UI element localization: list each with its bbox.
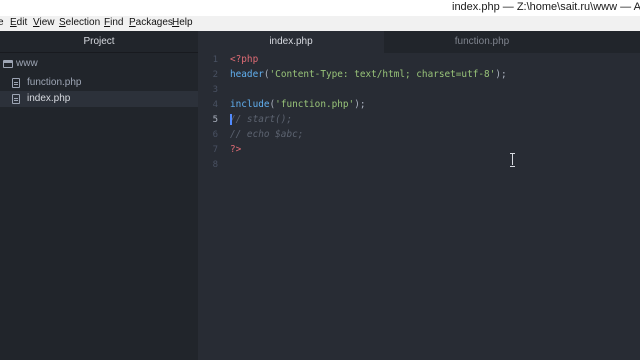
- code-token: // start();: [230, 114, 293, 125]
- code-line[interactable]: ?>: [230, 144, 241, 155]
- sidebar-header: Project: [0, 31, 198, 53]
- code-token: );: [354, 99, 366, 110]
- menu-edit[interactable]: Edit: [10, 17, 27, 28]
- code-line[interactable]: // start();: [230, 114, 292, 125]
- sidebar-title: Project: [83, 36, 115, 47]
- code-editor[interactable]: 1 2 3 4 5 6 7 8 <?php header('Content-Type: text…: [198, 53, 640, 360]
- project-sidebar: Project www function.php index.php: [0, 31, 198, 360]
- line-number: 8: [212, 160, 218, 170]
- menu-packages[interactable]: Packages: [129, 17, 173, 28]
- file-icon: [12, 78, 20, 88]
- code-line[interactable]: include('function.php');: [230, 99, 366, 110]
- mouse-ibeam-cursor-icon: [510, 153, 516, 167]
- line-number: 1: [212, 55, 218, 65]
- line-number: 4: [212, 100, 218, 110]
- tree-item-label: www: [16, 58, 38, 69]
- menu-selection[interactable]: Selection: [59, 17, 100, 28]
- text-cursor: [230, 114, 232, 125]
- line-number: 3: [212, 85, 218, 95]
- line-number: 7: [212, 145, 218, 155]
- code-token: 'function.php': [275, 99, 355, 110]
- file-icon: [12, 94, 20, 104]
- menu-bar: e Edit View Selection Find Packages Help: [0, 16, 640, 31]
- window-titlebar: index.php — Z:\home\sait.ru\www — A: [0, 0, 640, 16]
- tab-bar: index.php function.php: [198, 31, 640, 53]
- tree-item-label: function.php: [27, 77, 82, 88]
- tab-label: function.php: [454, 36, 510, 47]
- tree-item-index-php[interactable]: index.php: [0, 91, 198, 107]
- menu-view[interactable]: View: [33, 17, 55, 28]
- folder-icon: [3, 60, 13, 68]
- code-token: ?>: [230, 144, 242, 155]
- line-number: 6: [212, 130, 218, 140]
- code-line[interactable]: header('Content-Type: text/html; charset…: [230, 69, 507, 80]
- code-line[interactable]: <?php: [230, 54, 258, 65]
- code-token: include: [230, 99, 270, 110]
- tab-function-php[interactable]: function.php: [384, 31, 580, 53]
- tab-index-php[interactable]: index.php: [198, 31, 384, 53]
- menu-edge-fragment: e: [0, 17, 4, 28]
- code-line[interactable]: // echo $abc;: [230, 129, 303, 140]
- code-token: 'Content-Type: text/html; charset=utf-8': [269, 69, 496, 80]
- tree-item-label: index.php: [27, 93, 71, 104]
- window-title: index.php — Z:\home\sait.ru\www — A: [452, 1, 640, 13]
- menu-find[interactable]: Find: [104, 17, 123, 28]
- tab-label: index.php: [269, 36, 313, 47]
- menu-help[interactable]: Help: [172, 17, 193, 28]
- line-number: 5: [212, 115, 218, 125]
- tree-item-function-php[interactable]: function.php: [0, 75, 198, 91]
- code-token: // echo $abc;: [230, 129, 304, 140]
- code-token: <?php: [230, 54, 259, 65]
- line-number: 2: [212, 70, 218, 80]
- tree-item-www[interactable]: www: [0, 56, 198, 72]
- code-token: );: [495, 69, 507, 80]
- code-token: header: [230, 69, 264, 80]
